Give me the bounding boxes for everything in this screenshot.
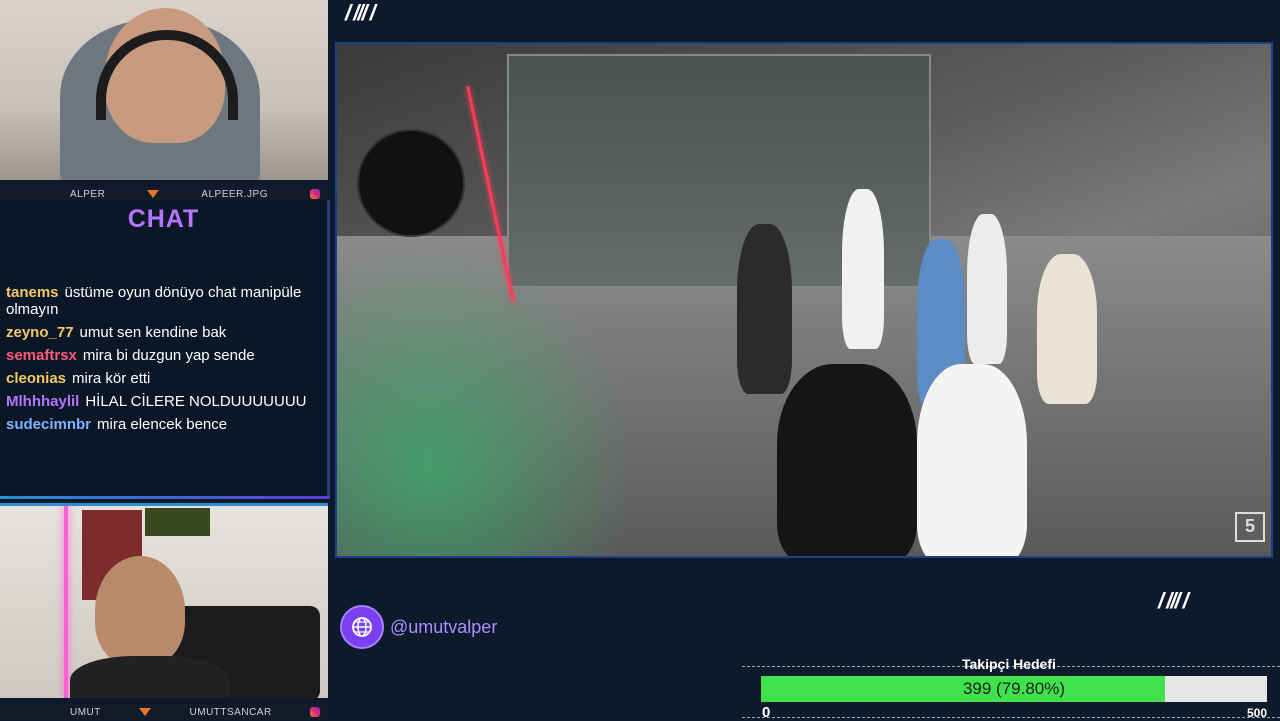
- follower-goal-widget: Takipçi Hedefi 399 (79.80%) 0 500: [742, 656, 1280, 721]
- decorative-slashes: / /// /: [1158, 588, 1189, 613]
- chat-username: cleonias: [6, 370, 67, 387]
- chat-username: tanems: [6, 284, 59, 301]
- triangle-icon: [139, 708, 152, 716]
- social-handle[interactable]: @umutvalper: [340, 605, 497, 649]
- globe-icon: [340, 605, 384, 649]
- streamer-figure: [70, 656, 230, 698]
- top-cam-handle: ALPEER.JPG: [201, 188, 268, 200]
- wall-poster: [145, 508, 210, 536]
- chat-title: CHAT: [127, 205, 200, 233]
- chat-text: mira bi duzgun yap sende: [82, 347, 255, 364]
- chat-username: semaftrsx: [6, 347, 77, 364]
- instagram-icon: [310, 189, 320, 199]
- main-video-player[interactable]: 5: [335, 42, 1273, 558]
- wall-logo-circle: [357, 129, 465, 237]
- bottom-webcam: [0, 503, 328, 698]
- bottom-cam-nameplate: UMUT UMUTTSANCAR: [0, 704, 328, 720]
- top-cam-name: ALPER: [70, 188, 106, 200]
- channel-logo: 5: [1235, 512, 1265, 542]
- dancer: [1037, 254, 1097, 404]
- chat-panel: CHAT tanems üstüme oyun dönüyo chat manip…: [0, 200, 330, 498]
- instagram-icon: [310, 707, 320, 717]
- triangle-icon: [147, 190, 160, 198]
- dancer: [842, 189, 884, 349]
- dancer: [737, 224, 792, 394]
- chat-username: Mlhhhaylil: [6, 393, 80, 410]
- top-webcam: [0, 0, 328, 180]
- streamer-head: [95, 556, 185, 666]
- goal-max-label: 500: [1246, 706, 1267, 720]
- chat-username: sudecimnbr: [6, 416, 92, 433]
- dancer: [777, 364, 917, 556]
- chat-message: semaftrsx mira bi duzgun yap sende: [6, 347, 320, 364]
- chat-divider: [0, 496, 330, 499]
- chat-text: HİLAL CİLERE NOLDUUUUUUU: [85, 393, 307, 410]
- social-handle-text: @umutvalper: [390, 616, 498, 637]
- chat-message: cleonias mira kör etti: [6, 370, 320, 387]
- decorative-slashes: / /// /: [345, 0, 376, 25]
- chat-text: mira kör etti: [72, 370, 151, 387]
- chat-message: sudecimnbr mira elencek bence: [6, 416, 320, 433]
- chat-message: tanems üstüme oyun dönüyo chat manipüle o…: [6, 284, 320, 318]
- chat-message: Mlhhhaylil HİLAL CİLERE NOLDUUUUUUU: [6, 393, 320, 410]
- led-strip: [64, 506, 68, 698]
- chat-text: mira elencek bence: [97, 416, 228, 433]
- green-light-glow: [337, 244, 637, 556]
- dancer: [917, 364, 1027, 556]
- bottom-cam-handle: UMUTTSANCAR: [189, 706, 272, 718]
- goal-min-label: 0: [762, 704, 771, 721]
- chat-username: zeyno_77: [6, 324, 74, 341]
- chat-message: zeyno_77 umut sen kendine bak: [6, 324, 320, 341]
- bottom-cam-name: UMUT: [70, 706, 101, 718]
- goal-progress-label: 399 (79.80%): [962, 679, 1066, 698]
- goal-progress-bar: 399 (79.80%): [761, 676, 1267, 702]
- chat-message-list: tanems üstüme oyun dönüyo chat manipüle o…: [6, 284, 320, 439]
- dancer: [967, 214, 1007, 364]
- goal-title: Takipçi Hedefi: [962, 656, 1056, 672]
- chat-text: umut sen kendine bak: [79, 324, 227, 341]
